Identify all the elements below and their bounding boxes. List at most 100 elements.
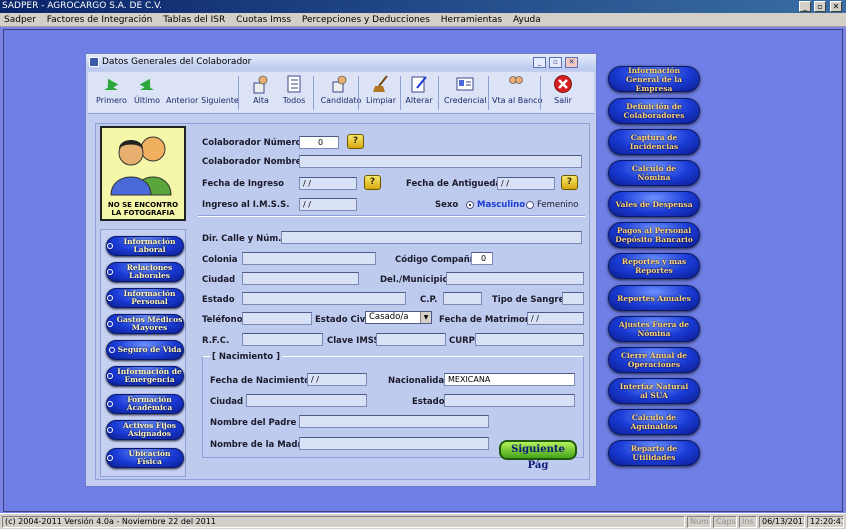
side-nav-3[interactable]: Información Personal (106, 288, 184, 308)
toolbar-siguiente-button[interactable]: Siguiente (200, 74, 240, 112)
minimize-button[interactable]: _ (799, 1, 811, 12)
ingreso-imss-label: Ingreso al I.M.S.S. (202, 200, 290, 210)
estado-civil-select[interactable]: Casado/a ▼ (365, 311, 432, 324)
main-menu-button-5[interactable]: Vales de Despensa (608, 191, 700, 217)
toolbar-label: Candidato (320, 96, 362, 105)
next-page-button[interactable]: Siguiente Pág (499, 440, 577, 471)
main-menu-button-3[interactable]: Captura de Incidencias (608, 129, 700, 155)
side-nav-6[interactable]: Información de Emergencia (106, 366, 184, 386)
colonia-input[interactable] (242, 252, 376, 265)
menu-herramientas[interactable]: Herramientas (437, 13, 506, 27)
side-nav-label: Activos Fijos Asignados (122, 420, 176, 438)
toolbar-label: Primero (96, 96, 127, 105)
colaborador-search-button[interactable]: ? (347, 134, 364, 149)
menu-ayuda[interactable]: Ayuda (509, 13, 545, 27)
side-nav-4[interactable]: Gastos Médicos Mayores (106, 314, 184, 334)
side-nav-1[interactable]: Información Laboral (106, 236, 184, 256)
toolbar-vta-al-banco-button[interactable]: Vta al Banco (492, 74, 542, 112)
side-nav-label: Ubicación Física (128, 448, 171, 466)
side-nav-label: Información Personal (123, 288, 176, 306)
radio-bullet-icon (107, 269, 113, 275)
toolbar-todos-button[interactable]: Todos (280, 74, 308, 112)
main-menu-label: Calculo de Aguinaldos (630, 413, 678, 431)
restore-button[interactable]: ▫ (814, 1, 826, 12)
toolbar-separator (438, 76, 439, 110)
toolbar-alta-button[interactable]: Alta (248, 74, 274, 112)
main-menu-button-2[interactable]: Definición de Colaboradores (608, 98, 700, 124)
toolbar-separator (540, 76, 541, 110)
estado-input[interactable] (242, 292, 406, 305)
main-menu-button-11[interactable]: Interfaz Natural al SUA (608, 378, 700, 404)
window-title-bar: Datos Generales del Colaborador (86, 54, 596, 70)
main-menu-button-4[interactable]: Calculo de Nómina (608, 160, 700, 186)
close-button[interactable]: ✕ (830, 1, 842, 12)
id-card-icon (455, 74, 475, 94)
side-nav-8[interactable]: Activos Fijos Asignados (106, 420, 184, 440)
toolbar-credencial-button[interactable]: Credencial (444, 74, 486, 112)
clave-imss-input[interactable] (376, 333, 446, 346)
main-menu-button-12[interactable]: Calculo de Aguinaldos (608, 409, 700, 435)
menu-cuotas-imss[interactable]: Cuotas Imss (232, 13, 295, 27)
codigo-compania-input[interactable]: 0 (471, 252, 493, 265)
radio-bullet-icon (107, 455, 113, 461)
toolbar-anterior-button[interactable]: Anterior (166, 74, 198, 112)
bank-people-icon (506, 74, 526, 94)
estado-civil-value: Casado/a (369, 312, 409, 322)
main-menu-button-1[interactable]: Información General de la Empresa (608, 66, 700, 93)
toolbar-ltimo-button[interactable]: Último (132, 74, 162, 112)
fecha-antiguedad-input[interactable]: / / (497, 177, 555, 190)
calle-input[interactable] (281, 231, 582, 244)
toolbar-alterar-button[interactable]: Alterar (404, 74, 434, 112)
colaborador-nombre-input[interactable] (299, 155, 582, 168)
telefono-input[interactable] (242, 312, 312, 325)
radio-bullet-icon (107, 243, 113, 249)
window-close-button[interactable]: ✕ (565, 57, 578, 68)
last-record-icon (137, 74, 157, 94)
toolbar-salir-button[interactable]: Salir (550, 74, 576, 112)
main-menu-button-13[interactable]: Reparto de Utilidades (608, 440, 700, 466)
colaborador-numero-input[interactable]: 0 (299, 136, 339, 149)
window-restore-button[interactable]: ▫ (549, 57, 562, 68)
window-minimize-button[interactable]: _ (533, 57, 546, 68)
ingreso-imss-input[interactable]: / / (299, 198, 357, 211)
fecha-ingreso-calendar-button[interactable]: ? (364, 175, 381, 190)
main-menu-button-6[interactable]: Pagos al Personal Depósito Bancario (608, 222, 700, 248)
first-record-icon (101, 74, 121, 94)
main-menu-button-10[interactable]: Cierre Anual de Operaciones (608, 347, 700, 373)
colaborador-numero-label: Colaborador Número (202, 138, 302, 148)
sexo-masculino-radio[interactable] (466, 201, 474, 209)
menu-sadper[interactable]: Sadper (0, 13, 40, 27)
cp-input[interactable] (443, 292, 482, 305)
status-num: Num (687, 516, 711, 528)
menu-tablas-isr[interactable]: Tablas del ISR (159, 13, 229, 27)
side-nav-2[interactable]: Relaciones Laborales (106, 262, 184, 282)
toolbar-limpiar-button[interactable]: Limpiar (366, 74, 396, 112)
broom-icon (371, 74, 391, 94)
main-menu-button-8[interactable]: Reportes Anuales (608, 285, 700, 311)
toolbar-candidato-button[interactable]: Candidato (320, 74, 362, 112)
side-nav-9[interactable]: Ubicación Física (106, 448, 184, 468)
radio-bullet-icon (107, 401, 113, 407)
main-menu-button-9[interactable]: Ajustes Fuera de Nómina (608, 316, 700, 342)
side-nav-5[interactable]: Seguro de Vida (106, 340, 184, 360)
menu-factores[interactable]: Factores de Integración (43, 13, 157, 27)
del-municipio-input[interactable] (446, 272, 584, 285)
side-nav-7[interactable]: Formación Académica (106, 394, 184, 414)
ciudad-input[interactable] (242, 272, 359, 285)
fecha-matrimonio-label: Fecha de Matrimonio (439, 315, 540, 325)
main-menu-button-7[interactable]: Reportes y mas Reportes (608, 253, 700, 279)
rfc-input[interactable] (242, 333, 323, 346)
sexo-femenino-radio[interactable] (526, 201, 534, 209)
fecha-antiguedad-calendar-button[interactable]: ? (561, 175, 578, 190)
fecha-ingreso-input[interactable]: / / (299, 177, 357, 190)
people-placeholder-icon (110, 136, 172, 196)
candidate-icon (331, 74, 351, 94)
curp-input[interactable] (475, 333, 584, 346)
tipo-sangre-input[interactable] (562, 292, 584, 305)
toolbar-label: Siguiente (201, 96, 239, 105)
fecha-matrimonio-input[interactable]: / / (527, 312, 584, 325)
radio-bullet-icon (107, 295, 113, 301)
edit-icon (409, 74, 429, 94)
menu-percepciones[interactable]: Percepciones y Deducciones (298, 13, 434, 27)
toolbar-primero-button[interactable]: Primero (96, 74, 127, 112)
